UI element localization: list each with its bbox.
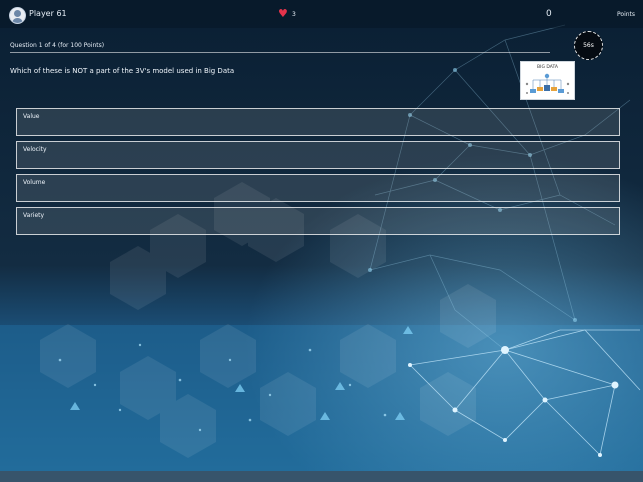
answer-label: Variety (23, 212, 45, 219)
avatar-head (14, 10, 21, 17)
timer-value: 56s (583, 42, 594, 49)
player-name: Player 61 (29, 9, 67, 18)
heart-icon: ♥ (278, 7, 288, 20)
timer-icon: 56s (574, 31, 603, 60)
answer-label: Volume (23, 179, 46, 186)
big-data-illustration (525, 73, 570, 94)
answer-label: Velocity (23, 146, 47, 153)
lives-count: 3 (292, 11, 296, 18)
question-meta: Question 1 of 4 (for 100 Points) (10, 42, 105, 49)
score-value: 0 (546, 9, 552, 19)
answer-option-1[interactable]: Value (16, 108, 620, 136)
answer-option-4[interactable]: Variety (16, 207, 620, 235)
answer-label: Value (23, 113, 40, 120)
avatar-icon (9, 7, 26, 24)
divider (10, 52, 550, 53)
answer-option-2[interactable]: Velocity (16, 141, 620, 169)
question-image[interactable]: BIG DATA (520, 61, 575, 100)
question-text: Which of these is NOT a part of the 3V's… (10, 67, 235, 75)
points-label: Points (617, 11, 636, 18)
answer-option-3[interactable]: Volume (16, 174, 620, 202)
